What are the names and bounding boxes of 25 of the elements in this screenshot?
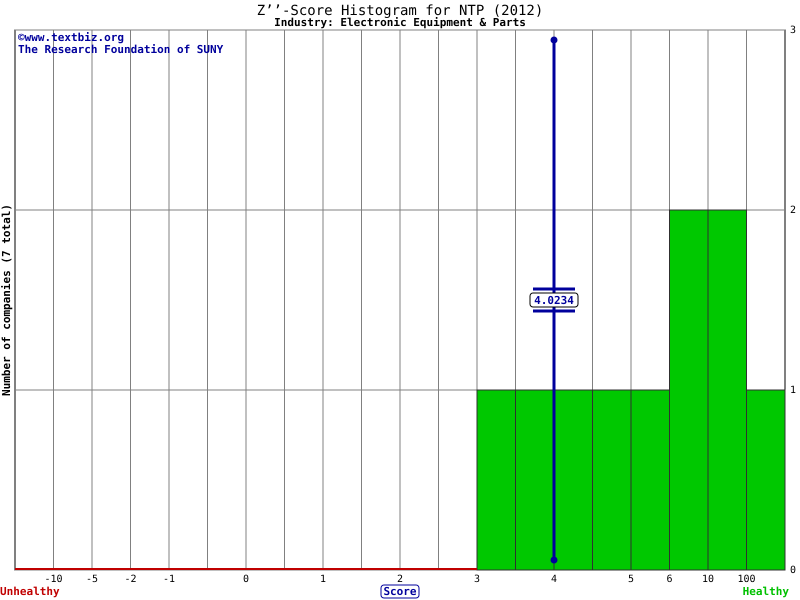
y-tick-label: 3 (790, 25, 796, 36)
x-tick-label: -2 (124, 574, 137, 585)
x-tick-label: 4 (550, 574, 558, 585)
healthy-label: Healthy (742, 585, 789, 598)
x-axis-title: Score (383, 585, 417, 598)
x-tick-label: 3 (474, 574, 480, 585)
credit-text: ©www.textbiz.org (18, 31, 124, 44)
y-tick-label: 1 (790, 385, 796, 396)
x-tick-label: -10 (44, 574, 63, 585)
chart-subtitle: Industry: Electronic Equipment & Parts (274, 16, 526, 29)
x-tick-label: -1 (162, 574, 176, 585)
x-tick-label: 10 (702, 574, 714, 585)
y-axis-title: Number of companies (7 total) (0, 204, 13, 396)
unhealthy-label: Unhealthy (0, 585, 60, 598)
x-tick-label: 100 (737, 574, 756, 585)
credit-text: The Research Foundation of SUNY (18, 43, 224, 56)
y-tick-label: 0 (790, 565, 796, 576)
x-tick-label: 2 (396, 574, 404, 585)
x-tick-label: 5 (628, 574, 634, 585)
y-tick-label: 2 (790, 205, 796, 216)
x-tick-label: 0 (242, 574, 250, 585)
score-label: 4.0234 (534, 294, 574, 307)
x-tick-label: -5 (86, 574, 98, 585)
x-tick-label: 6 (666, 574, 673, 585)
x-tick-label: 1 (320, 574, 326, 585)
